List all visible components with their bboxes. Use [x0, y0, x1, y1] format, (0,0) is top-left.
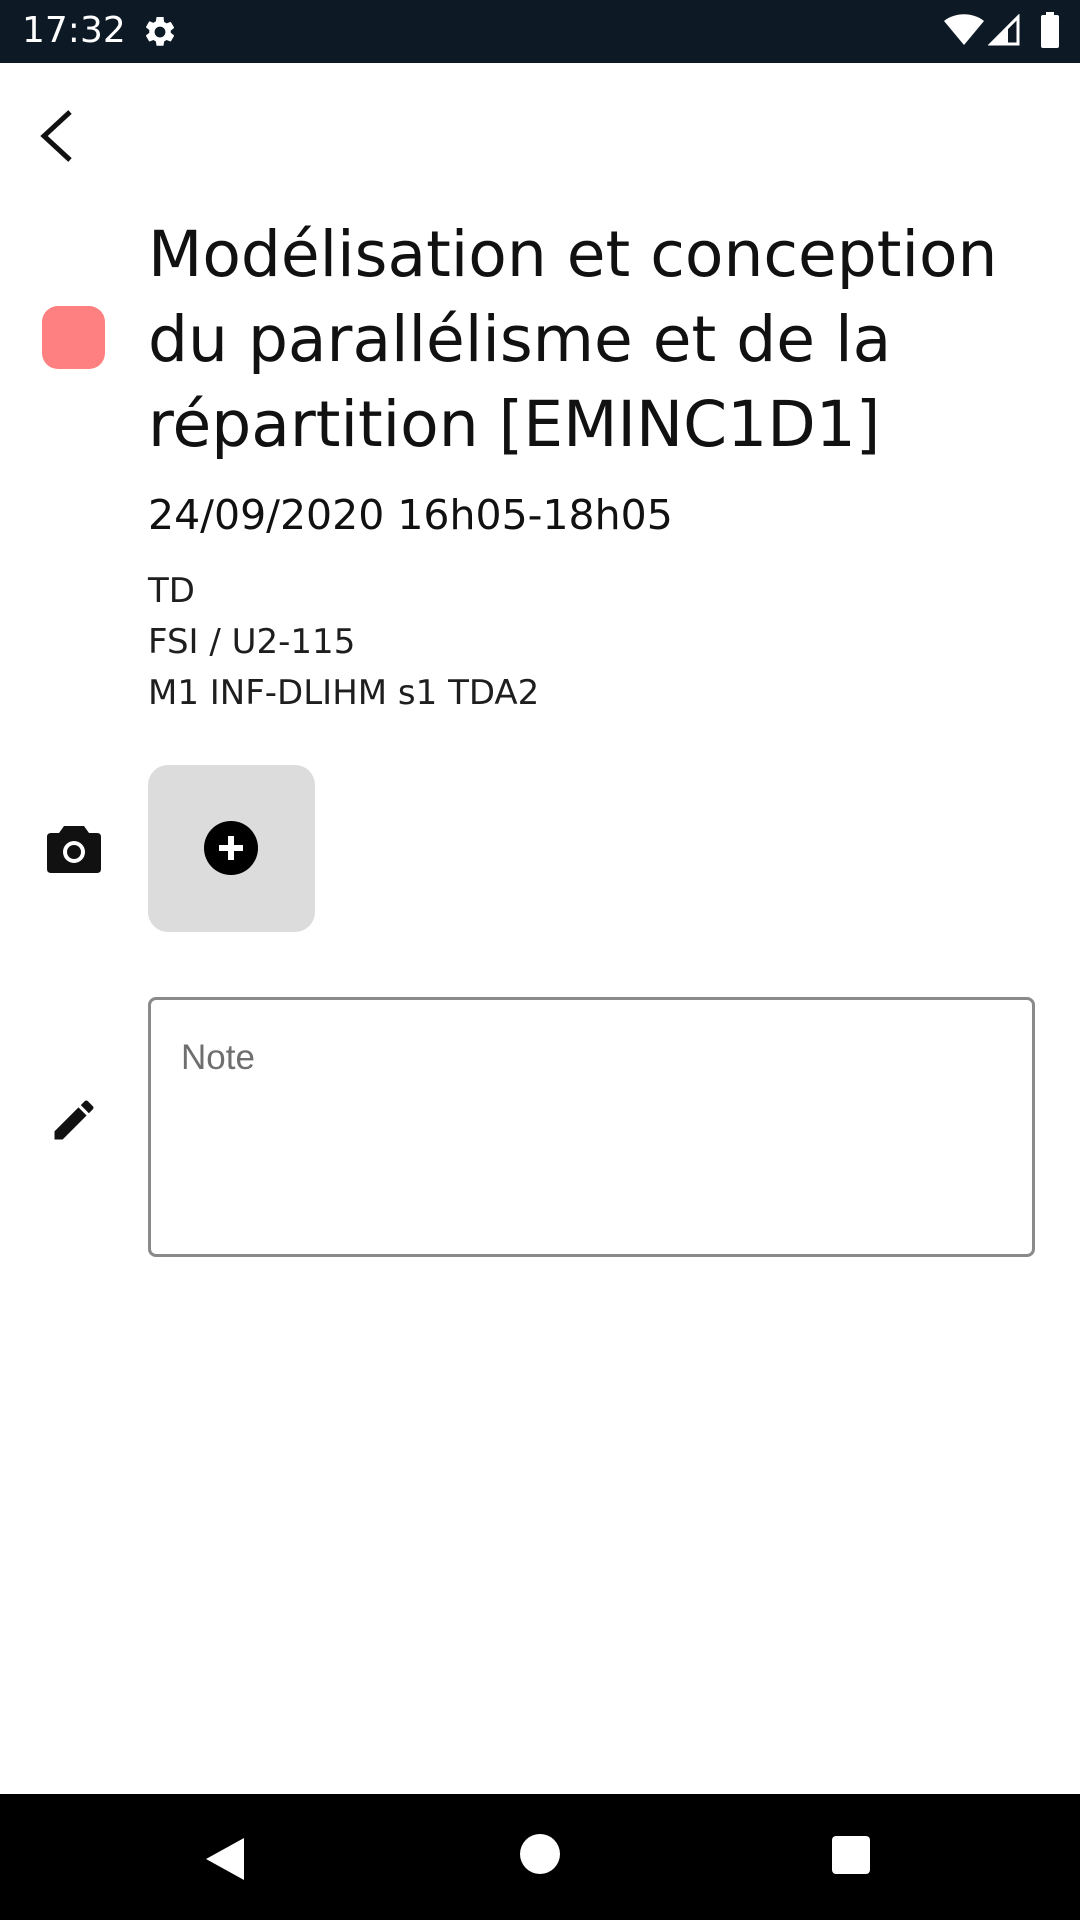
add-photo-button[interactable]	[148, 765, 315, 932]
nav-back-icon[interactable]	[200, 1834, 250, 1884]
plus-circle-icon	[204, 821, 258, 875]
wifi-icon	[944, 14, 984, 45]
nav-recents-icon[interactable]	[832, 1836, 870, 1874]
signal-icon	[988, 14, 1020, 46]
event-detail-screen: 17:32 Modélisation et conception du para…	[0, 0, 1080, 1920]
course-color-indicator	[42, 306, 105, 369]
event-group: M1 INF-DLIHM s1 TDA2	[148, 673, 540, 713]
event-title: Modélisation et conception du parallélis…	[148, 218, 998, 461]
event-type: TD	[148, 571, 195, 611]
gear-icon	[146, 16, 175, 46]
pencil-icon	[54, 1100, 94, 1140]
note-field[interactable]: Note	[148, 997, 1035, 1257]
battery-icon	[1041, 12, 1059, 48]
nav-home-icon[interactable]	[520, 1834, 560, 1874]
status-bar: 17:32	[0, 0, 1080, 63]
camera-icon	[47, 826, 101, 873]
event-details: TD FSI / U2-115 M1 INF-DLIHM s1 TDA2	[148, 566, 539, 719]
navigation-bar	[0, 1794, 1080, 1920]
note-placeholder: Note	[181, 1038, 255, 1077]
event-datetime: 24/09/2020 16h05-18h05	[148, 491, 673, 539]
status-time: 17:32	[22, 10, 126, 51]
event-location: FSI / U2-115	[148, 622, 356, 662]
back-button[interactable]	[30, 100, 86, 172]
